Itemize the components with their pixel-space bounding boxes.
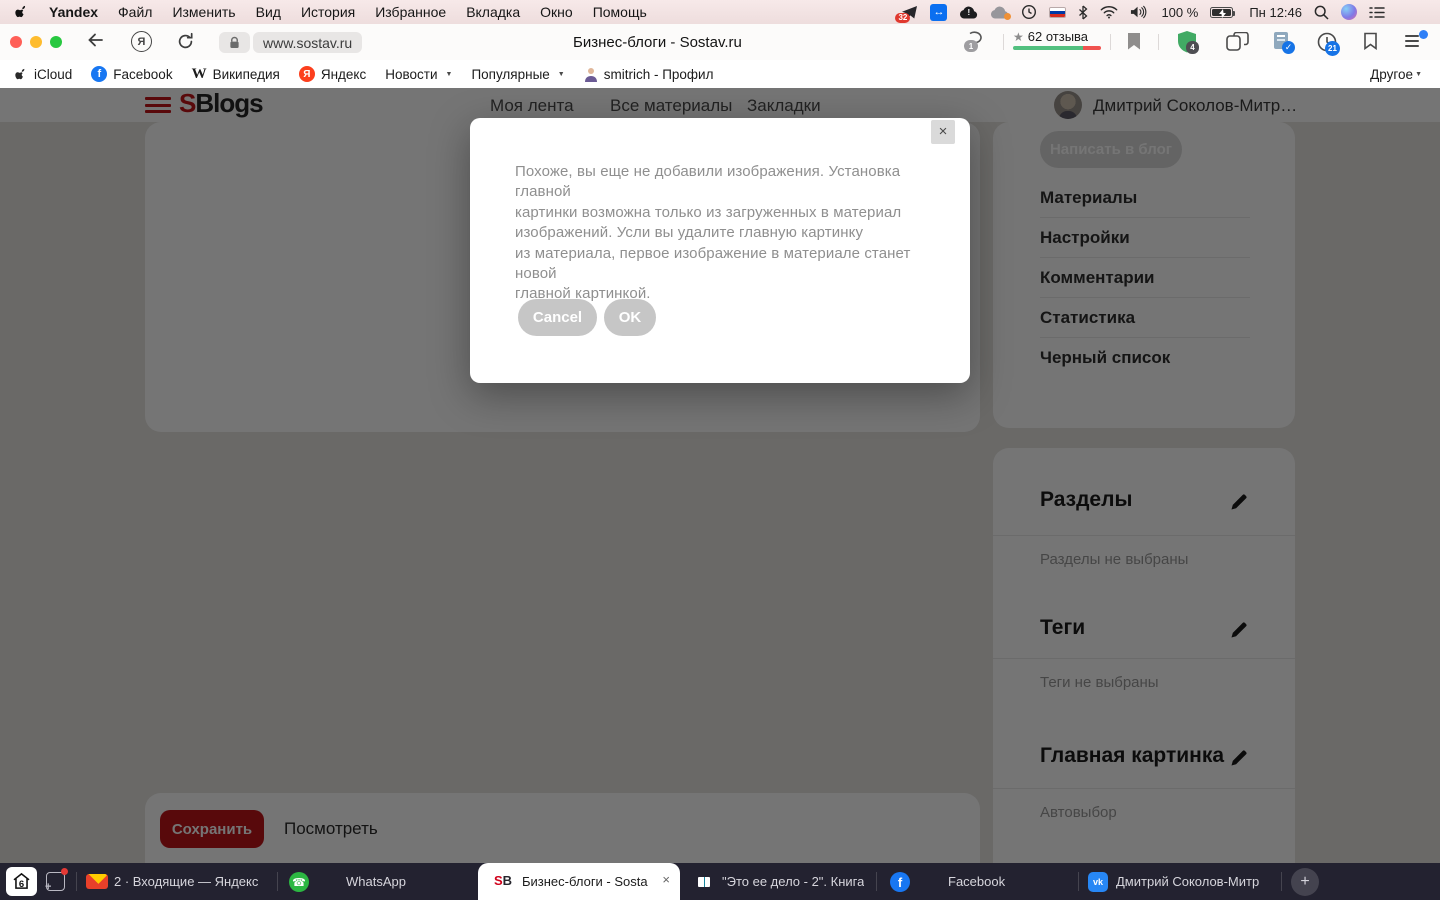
cloud-alert-icon[interactable]: ! — [959, 6, 978, 19]
chevron-down-icon: ▼ — [558, 71, 565, 78]
cloud-sync-icon[interactable] — [990, 6, 1009, 19]
menu-edit[interactable]: Изменить — [172, 4, 235, 20]
bluetooth-icon[interactable] — [1078, 5, 1088, 20]
volume-icon[interactable] — [1130, 5, 1147, 19]
downloads-check-badge: ✓ — [1282, 41, 1295, 54]
url-bar[interactable]: www.sostav.ru — [253, 32, 362, 53]
bookmark-facebook[interactable]: f Facebook — [91, 66, 172, 82]
tab-groups-icon[interactable]: 1 — [962, 31, 984, 56]
history-badge: 21 — [1325, 41, 1340, 56]
reload-icon[interactable] — [176, 32, 195, 56]
facebook-icon: f — [91, 66, 107, 82]
bookmarks-bar: iCloud f Facebook W Википедия Я Яндекс Н… — [0, 60, 1440, 88]
chevron-down-icon: ▼ — [1415, 71, 1422, 78]
tab-close-icon[interactable]: × — [662, 872, 670, 887]
lock-icon[interactable] — [219, 32, 250, 53]
notification-dot — [61, 868, 68, 875]
modal-message: Похоже, вы еще не добавили изображения. … — [515, 162, 931, 305]
menu-history[interactable]: История — [301, 4, 355, 20]
wikipedia-icon: W — [192, 66, 207, 83]
menu-favorites[interactable]: Избранное — [375, 4, 446, 20]
menu-notification-dot — [1419, 30, 1428, 39]
adblock-badge: 4 — [1186, 41, 1199, 54]
siri-icon[interactable] — [1341, 4, 1357, 20]
bookmarks-other-menu[interactable]: Другое▼ — [1370, 67, 1422, 82]
yandex-mail-icon — [86, 874, 108, 889]
menu-tab[interactable]: Вкладка — [466, 4, 520, 20]
telegram-icon[interactable]: 32 — [901, 5, 918, 20]
menu-help[interactable]: Помощь — [593, 4, 647, 20]
history-clock-icon[interactable]: 21 — [1316, 31, 1338, 58]
tab-whatsapp[interactable]: WhatsApp — [346, 874, 406, 889]
web-page-viewport: SBlogs Моя лента Все материалы Закладки … — [0, 88, 1440, 863]
menubar-app-name[interactable]: Yandex — [49, 4, 98, 20]
apple-icon — [15, 67, 28, 82]
spotlight-icon[interactable] — [1314, 5, 1329, 20]
window-close-button[interactable] — [10, 36, 22, 48]
menu-window[interactable]: Окно — [540, 4, 573, 20]
tab-facebook[interactable]: Facebook — [948, 874, 1005, 889]
telegram-badge: 32 — [895, 13, 910, 23]
time-machine-icon[interactable] — [1021, 4, 1037, 20]
tab-sostav-active[interactable]: SB Бизнес-блоги - Sosta × — [478, 863, 680, 900]
browser-tab-bar: 6 + 2 · Входящие — Яндекс ☎ WhatsApp SB … — [0, 863, 1440, 900]
keyboard-layout-flag-ru[interactable] — [1049, 7, 1066, 18]
new-window-icon[interactable]: + — [44, 870, 67, 893]
menubar-clock[interactable]: Пн 12:46 — [1249, 5, 1302, 20]
tab-groups-badge: 1 — [964, 40, 978, 52]
wifi-icon[interactable] — [1100, 5, 1118, 19]
yandex-services-icon[interactable]: Я — [131, 31, 152, 52]
modal-close-button[interactable]: × — [931, 120, 955, 144]
browser-menu-icon[interactable] — [1405, 34, 1422, 53]
reviews-count-label: 62 отзыва — [1028, 29, 1088, 44]
page-title: Бизнес-блоги - Sostav.ru — [573, 34, 742, 51]
adblock-shield-icon[interactable]: 4 — [1176, 30, 1198, 59]
menu-view[interactable]: Вид — [256, 4, 281, 20]
facebook-tab-icon: f — [890, 872, 910, 892]
tableau-home-button[interactable]: 6 — [6, 867, 37, 896]
bookmark-filled-icon[interactable] — [1127, 33, 1141, 55]
site-reviews-widget[interactable]: ★ 62 отзыва — [1013, 29, 1101, 50]
star-icon: ★ — [1013, 30, 1024, 44]
vk-icon: vk — [1088, 872, 1108, 892]
macos-menubar: Yandex Файл Изменить Вид История Избранн… — [0, 0, 1440, 24]
ok-button[interactable]: OK — [604, 299, 656, 336]
tab-vk[interactable]: Дмитрий Соколов-Митр — [1116, 874, 1268, 889]
tab-mail[interactable]: 2 · Входящие — Яндекс — [114, 874, 270, 889]
bookmark-yandex[interactable]: Я Яндекс — [299, 66, 366, 82]
battery-percent: 100 % — [1161, 5, 1198, 20]
sostav-favicon: SB — [494, 873, 512, 888]
apple-logo-icon[interactable] — [15, 4, 29, 20]
bookmark-outline-icon[interactable] — [1363, 32, 1378, 55]
back-button[interactable] — [86, 30, 106, 55]
bookmark-folder-news[interactable]: Новости▼ — [385, 67, 452, 82]
window-zoom-button[interactable] — [50, 36, 62, 48]
reviews-rating-bar — [1013, 46, 1101, 50]
bookmark-folder-popular[interactable]: Популярные▼ — [471, 67, 564, 82]
person-icon — [584, 67, 598, 82]
chevron-down-icon: ▼ — [446, 71, 453, 78]
yandex-icon: Я — [299, 66, 315, 82]
window-minimize-button[interactable] — [30, 36, 42, 48]
whatsapp-icon: ☎ — [289, 872, 309, 892]
bookmark-icloud[interactable]: iCloud — [15, 67, 72, 82]
image-warning-modal: × Похоже, вы еще не добавили изображения… — [470, 118, 970, 383]
collections-icon[interactable] — [1226, 32, 1250, 57]
downloads-document-icon[interactable]: ✓ — [1271, 31, 1293, 58]
notification-center-icon[interactable] — [1369, 6, 1385, 19]
teamviewer-icon[interactable]: ↔ — [930, 4, 947, 21]
battery-icon — [1210, 7, 1233, 18]
bookmark-profile[interactable]: smitrich - Профил — [584, 67, 714, 82]
cancel-button[interactable]: Cancel — [518, 299, 597, 336]
tab-book[interactable]: "Это ее дело - 2". Книга — [722, 874, 864, 889]
tableau-count-badge: 6 — [6, 879, 37, 890]
bookmark-wikipedia[interactable]: W Википедия — [192, 66, 280, 83]
menu-file[interactable]: Файл — [118, 4, 152, 20]
new-tab-button[interactable]: + — [1291, 868, 1319, 896]
browser-toolbar: Я www.sostav.ru Бизнес-блоги - Sostav.ru… — [0, 24, 1440, 60]
